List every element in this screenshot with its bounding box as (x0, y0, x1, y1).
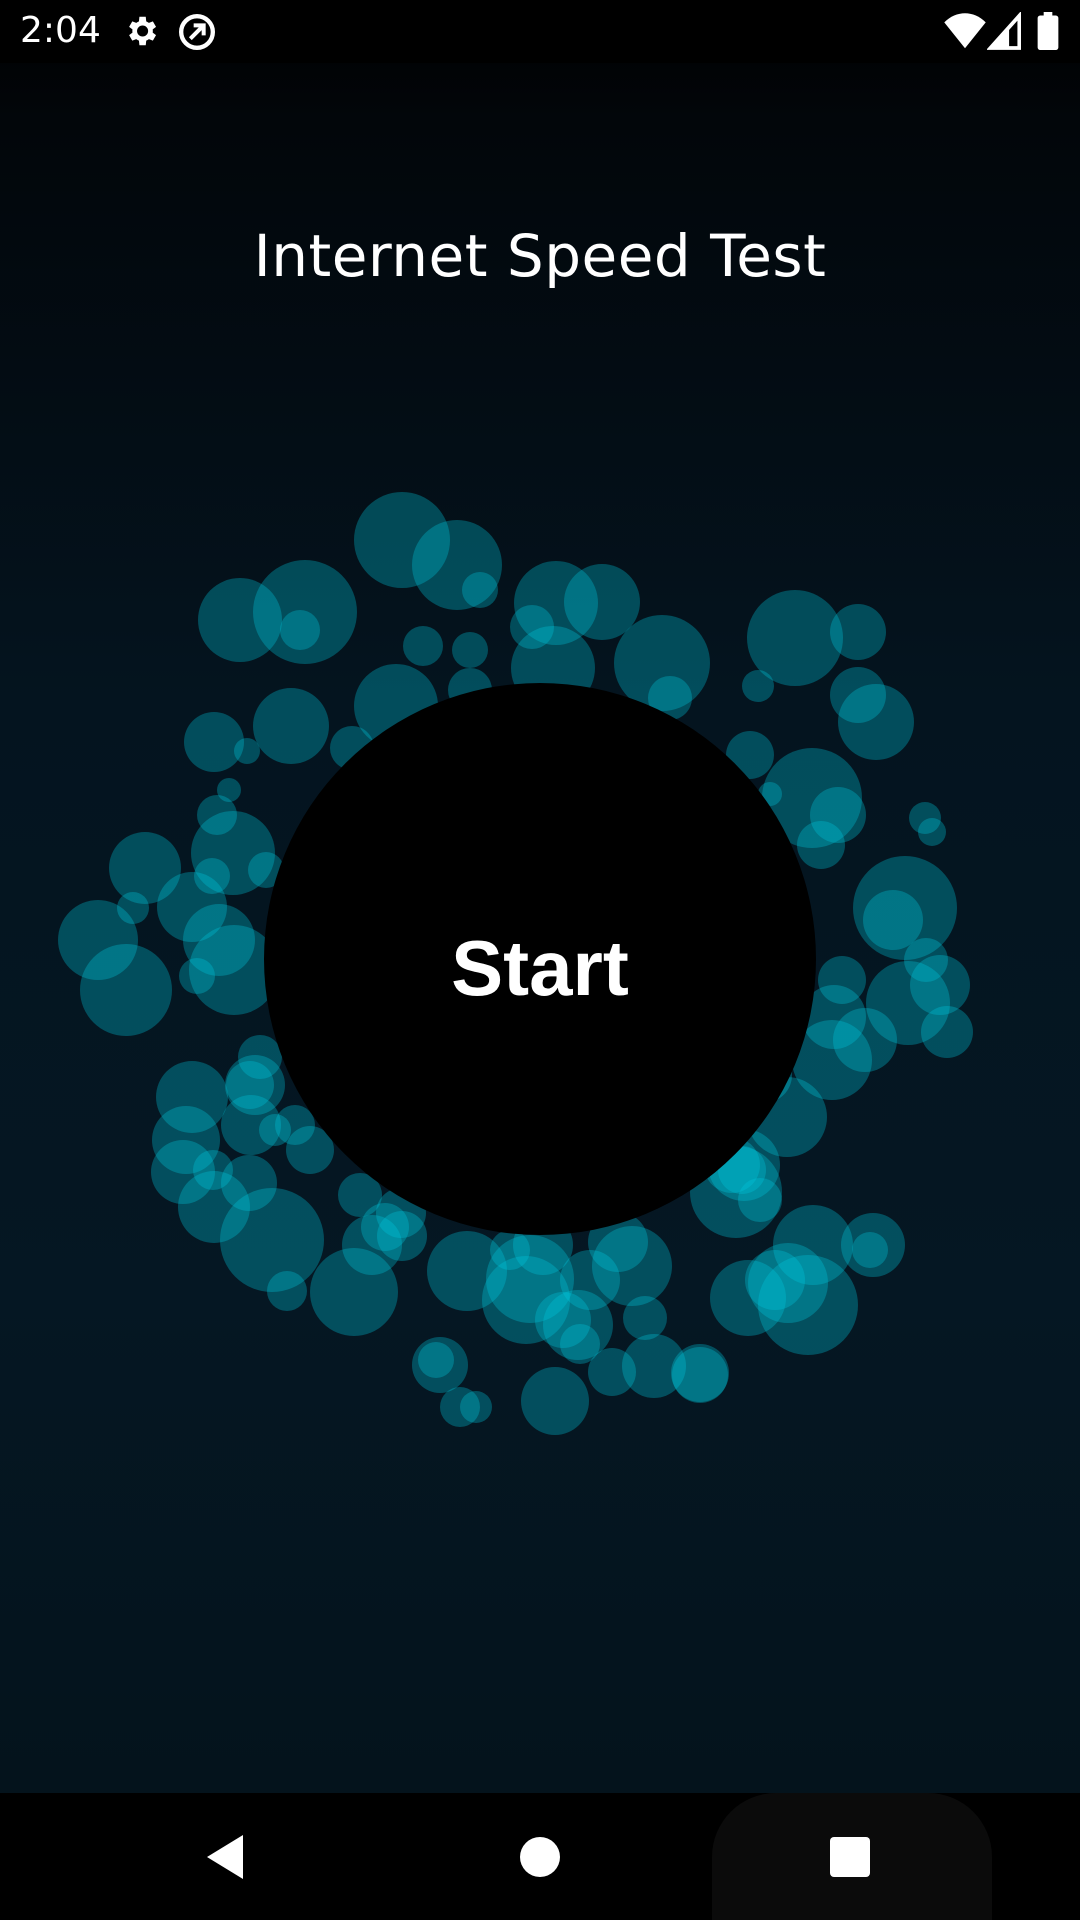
bubble (253, 688, 329, 764)
bubble (838, 684, 914, 760)
bubble (418, 1342, 454, 1378)
bubble (234, 738, 260, 764)
start-label: Start (451, 924, 629, 1012)
bubble (921, 1006, 973, 1058)
home-icon (520, 1836, 560, 1877)
back-icon (207, 1834, 243, 1879)
bubble (221, 1155, 277, 1211)
bubble (267, 1271, 307, 1311)
start-button[interactable]: Start (264, 683, 816, 1235)
bubble (452, 632, 488, 668)
recents-icon (830, 1836, 870, 1877)
bubble (403, 626, 443, 666)
bubble (672, 1347, 728, 1403)
bubble (462, 572, 498, 608)
bubble (521, 1367, 589, 1435)
back-button[interactable] (135, 1793, 315, 1920)
bubble (184, 712, 244, 772)
bubble (560, 1250, 620, 1310)
bubble (830, 604, 886, 660)
home-button[interactable] (450, 1793, 630, 1920)
bubble (623, 1296, 667, 1340)
bubble (80, 944, 172, 1036)
navigation-bar (0, 1793, 1080, 1920)
bubble (852, 1232, 888, 1268)
bubble (280, 610, 320, 650)
bubble (742, 670, 774, 702)
bubble (361, 1203, 409, 1251)
bubble (863, 890, 923, 950)
bubble (221, 1095, 281, 1155)
bubble (797, 821, 845, 869)
bubble (460, 1391, 492, 1423)
bubble (179, 958, 215, 994)
bubble (918, 818, 946, 846)
bubble (758, 1255, 858, 1355)
recents-button[interactable] (760, 1793, 940, 1920)
